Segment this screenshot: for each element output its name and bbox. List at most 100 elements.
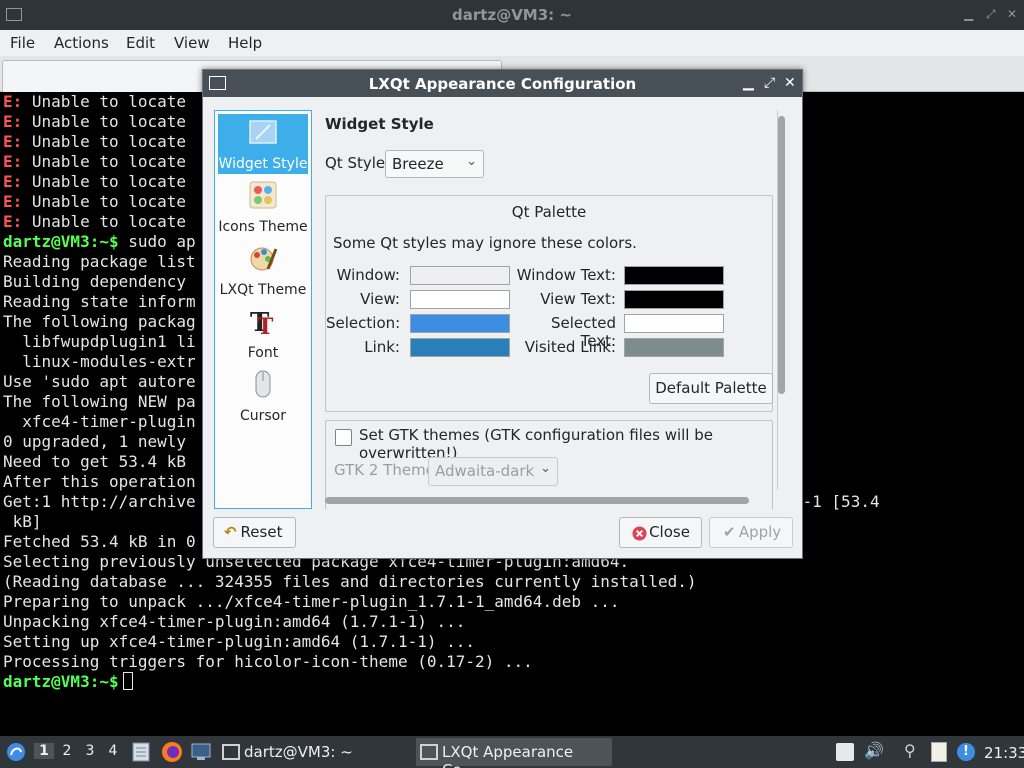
- task-terminal-label: dartz@VM3: ~: [244, 743, 353, 761]
- line-text: Unable to locate: [31, 192, 187, 211]
- set-gtk-themes-label[interactable]: Set GTK themes (GTK configuration files …: [359, 426, 772, 462]
- clock[interactable]: 21:33: [984, 744, 1024, 762]
- apply-button[interactable]: ✔ Apply: [709, 517, 793, 548]
- info-icon[interactable]: !: [957, 743, 975, 761]
- menu-actions[interactable]: Actions: [54, 34, 109, 52]
- content-horizontal-scrollbar[interactable]: [325, 497, 749, 504]
- qt-style-select[interactable]: Breeze ⌄: [385, 150, 484, 178]
- selection-color-swatch[interactable]: [410, 314, 510, 333]
- sidebar-item-font[interactable]: T T Font: [218, 303, 308, 363]
- desktop-switch-2[interactable]: 2: [57, 743, 77, 759]
- terminal-line: The following packag: [3, 312, 196, 332]
- set-gtk-themes-checkbox[interactable]: [335, 429, 352, 446]
- maximize-icon[interactable]: ⤢: [986, 7, 996, 22]
- desktop-switch-3[interactable]: 3: [80, 743, 100, 759]
- terminal-line: E: Unable to locate: [3, 112, 186, 132]
- line-text: Unable to locate: [31, 92, 187, 111]
- line-text: Reading state inform: [3, 292, 196, 311]
- sidebar-item-widget-style[interactable]: Widget Style: [218, 114, 308, 174]
- menu-edit[interactable]: Edit: [126, 34, 155, 52]
- chevron-down-icon: ⌄: [540, 461, 551, 476]
- error-prefix: E:: [3, 152, 32, 171]
- sidebar-item-icons-theme[interactable]: Icons Theme: [218, 177, 308, 237]
- view-text-color-label: View Text:: [540, 290, 616, 308]
- close-button[interactable]: Close: [619, 517, 702, 548]
- undo-icon: ↶: [224, 523, 237, 541]
- line-text: linux-modules-extr: [3, 352, 196, 371]
- line-text: Use 'sudo apt autore: [3, 372, 196, 391]
- error-prefix: E:: [3, 212, 32, 231]
- shell-prompt: dartz@VM3:~$: [3, 232, 119, 251]
- terminal-line: 0 upgraded, 1 newly: [3, 432, 186, 452]
- line-text: Reading package list: [3, 252, 196, 271]
- menu-help[interactable]: Help: [228, 34, 262, 52]
- desktop-switch-4[interactable]: 4: [103, 743, 123, 759]
- lxqt-theme-icon: [250, 247, 278, 271]
- svg-text:T: T: [257, 314, 274, 336]
- file-manager-icon[interactable]: [132, 742, 150, 762]
- terminal-line: Setting up xfce4-timer-plugin:amd64 (1.7…: [3, 632, 475, 652]
- line-text: Unable to locate: [31, 172, 187, 191]
- sidebar-item-cursor[interactable]: Cursor: [218, 366, 308, 426]
- volume-icon[interactable]: 🔊: [864, 741, 884, 760]
- selection-color-label: Selection:: [326, 314, 401, 332]
- visited-link-color-swatch[interactable]: [624, 338, 724, 357]
- qt-palette-group: Qt Palette Some Qt styles may ignore the…: [325, 195, 773, 412]
- terminal-line: E: Unable to locate: [3, 212, 186, 232]
- gtk2-theme-select[interactable]: Adwaita-dark ⌄: [428, 457, 558, 486]
- terminal-line: After this operation: [3, 472, 196, 492]
- view-color-swatch[interactable]: [410, 290, 510, 309]
- dialog-titlebar[interactable]: LXQt Appearance Configuration ▁ ⤢ ✕: [203, 70, 802, 97]
- view-text-color-swatch[interactable]: [624, 290, 724, 309]
- start-menu-icon[interactable]: [6, 742, 26, 762]
- category-sidebar: Widget Style Icons Theme LXQt Theme T T …: [214, 110, 312, 509]
- task-terminal[interactable]: dartz@VM3: ~: [218, 738, 408, 766]
- line-text: Unpacking xfce4-timer-plugin:amd64 (1.7.…: [3, 612, 466, 631]
- task-appearance-config[interactable]: LXQt Appearance Co...: [416, 738, 612, 768]
- terminal-line: Fetched 53.4 kB in 0: [3, 532, 196, 552]
- view-color-label: View:: [360, 290, 400, 308]
- default-palette-button[interactable]: Default Palette: [649, 373, 773, 404]
- terminal-line: dartz@VM3:~$: [3, 672, 133, 692]
- close-icon[interactable]: ✕: [1007, 7, 1017, 21]
- reset-button[interactable]: ↶ Reset: [213, 517, 296, 548]
- menu-view[interactable]: View: [174, 34, 210, 52]
- terminal-line: E: Unable to locate: [3, 132, 186, 152]
- sidebar-item-label: Icons Theme: [218, 219, 308, 235]
- line-text: Unable to locate: [31, 132, 187, 151]
- terminal-launcher-icon[interactable]: [191, 743, 211, 761]
- dialog-minimize-icon[interactable]: ▁: [743, 75, 754, 91]
- window-text-color-swatch[interactable]: [624, 266, 724, 285]
- line-text: (Reading database ... 324355 files and d…: [3, 572, 697, 591]
- clipboard-icon[interactable]: [931, 742, 947, 762]
- sidebar-item-lxqt-theme[interactable]: LXQt Theme: [218, 240, 308, 300]
- line-text: Unable to locate: [31, 212, 187, 231]
- menu-file[interactable]: File: [10, 34, 35, 52]
- terminal-line: E: Unable to locate: [3, 192, 186, 212]
- minimize-icon[interactable]: ▁: [964, 7, 973, 21]
- firefox-icon[interactable]: [161, 741, 183, 763]
- selected-text-color-swatch[interactable]: [624, 314, 724, 333]
- link-color-swatch[interactable]: [410, 338, 510, 357]
- window-color-swatch[interactable]: [410, 266, 510, 285]
- line-text: Building dependency: [3, 272, 187, 291]
- font-icon: T T: [250, 308, 274, 336]
- dialog-close-icon[interactable]: ✕: [784, 75, 796, 91]
- qt-palette-title: Qt Palette: [511, 203, 587, 221]
- desktop-switch-1[interactable]: 1: [34, 743, 54, 759]
- dialog-maximize-icon[interactable]: ⤢: [764, 75, 775, 91]
- appearance-task-icon: [420, 744, 438, 760]
- terminal-line: Preparing to unpack .../xfce4-timer-plug…: [3, 592, 620, 612]
- link-color-label: Link:: [364, 338, 400, 356]
- terminal-line: Use 'sudo apt autore: [3, 372, 196, 392]
- terminal-line: Processing triggers for hicolor-icon-the…: [3, 652, 533, 672]
- terminal-line: dartz@VM3:~$ sudo ap: [3, 232, 196, 252]
- line-text: The following NEW pa: [3, 392, 196, 411]
- terminal-titlebar[interactable]: dartz@VM3: ~ ▁ ⤢ ✕: [0, 0, 1024, 30]
- content-vertical-scrollbar[interactable]: [778, 116, 785, 394]
- line-text: Unable to locate: [31, 152, 187, 171]
- notes-tray-icon[interactable]: [836, 743, 854, 761]
- terminal-line: (Reading database ... 324355 files and d…: [3, 572, 697, 592]
- network-icon[interactable]: ⚲: [904, 741, 916, 760]
- dialog-title: LXQt Appearance Configuration: [368, 75, 637, 93]
